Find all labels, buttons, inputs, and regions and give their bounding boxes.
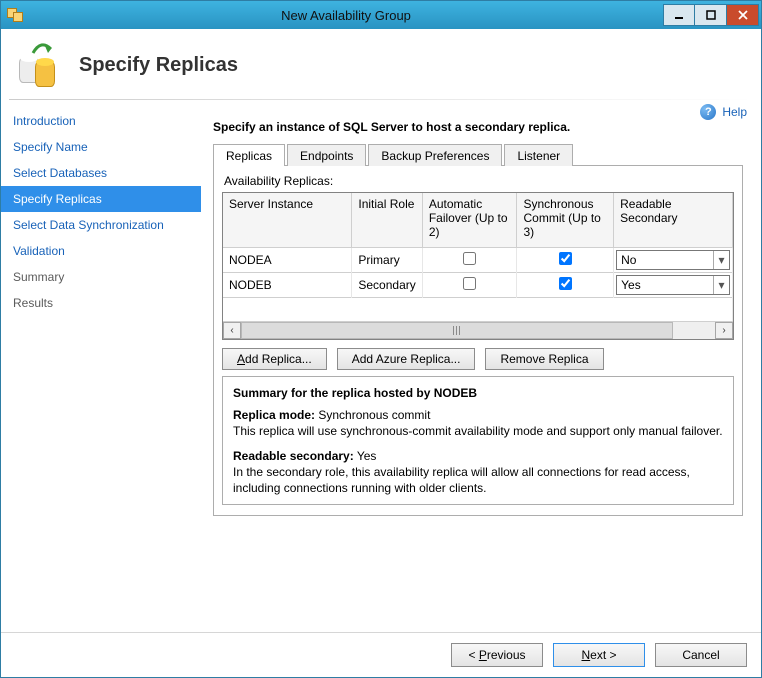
chevron-down-icon: ▾ xyxy=(713,276,729,294)
add-azure-replica-button[interactable]: Add Azure Replica... xyxy=(337,348,476,370)
summary-readable-label: Readable secondary: xyxy=(233,449,354,463)
wizard-footer: < Previous Next > Cancel xyxy=(1,632,761,677)
step-select-data-sync[interactable]: Select Data Synchronization xyxy=(1,212,201,238)
cell-auto-failover[interactable] xyxy=(422,272,517,297)
replica-summary: Summary for the replica hosted by NODEB … xyxy=(222,376,734,505)
sync-commit-checkbox[interactable] xyxy=(559,277,572,290)
tab-replicas[interactable]: Replicas xyxy=(213,144,285,166)
remove-replica-button[interactable]: Remove Replica xyxy=(485,348,603,370)
cell-auto-failover[interactable] xyxy=(422,247,517,272)
app-icon xyxy=(7,4,29,26)
readable-dropdown[interactable]: Yes ▾ xyxy=(616,275,730,295)
col-server-instance[interactable]: Server Instance xyxy=(223,193,352,247)
wizard-steps: Introduction Specify Name Select Databas… xyxy=(1,100,201,632)
help-icon: ? xyxy=(700,104,716,120)
cell-readable[interactable]: Yes ▾ xyxy=(614,272,733,297)
close-button[interactable] xyxy=(727,4,759,26)
scroll-track[interactable] xyxy=(241,322,715,339)
replicas-grid: Server Instance Initial Role Automatic F… xyxy=(222,192,734,340)
cancel-button[interactable]: Cancel xyxy=(655,643,747,667)
step-validation[interactable]: Validation xyxy=(1,238,201,264)
step-results[interactable]: Results xyxy=(1,290,201,316)
col-initial-role[interactable]: Initial Role xyxy=(352,193,422,247)
scroll-thumb[interactable] xyxy=(241,322,673,339)
chevron-down-icon: ▾ xyxy=(713,251,729,269)
col-auto-failover[interactable]: Automatic Failover (Up to 2) xyxy=(422,193,517,247)
grid-empty-area xyxy=(223,297,733,321)
summary-readable-desc: In the secondary role, this availability… xyxy=(233,465,690,495)
table-row[interactable]: NODEA Primary No ▾ xyxy=(223,247,733,272)
window-title: New Availability Group xyxy=(29,8,663,23)
step-specify-replicas[interactable]: Specify Replicas xyxy=(1,186,201,212)
main-pane: ? Help Specify an instance of SQL Server… xyxy=(201,100,761,632)
readable-dropdown[interactable]: No ▾ xyxy=(616,250,730,270)
availability-replicas-label: Availability Replicas: xyxy=(224,174,734,188)
minimize-button[interactable] xyxy=(663,4,695,26)
summary-readable-value: Yes xyxy=(354,449,377,463)
help-label: Help xyxy=(722,105,747,119)
step-introduction[interactable]: Introduction xyxy=(1,108,201,134)
wizard-window: New Availability Group Specify Replicas … xyxy=(0,0,762,678)
summary-mode-desc: This replica will use synchronous-commit… xyxy=(233,424,723,438)
tab-panel-replicas: Availability Replicas: Server Instance I… xyxy=(213,166,743,516)
auto-failover-checkbox[interactable] xyxy=(463,277,476,290)
step-summary[interactable]: Summary xyxy=(1,264,201,290)
scroll-left-button[interactable]: ‹ xyxy=(223,322,241,339)
col-sync-commit[interactable]: Synchronous Commit (Up to 3) xyxy=(517,193,614,247)
instruction-text: Specify an instance of SQL Server to hos… xyxy=(213,120,747,134)
step-select-databases[interactable]: Select Databases xyxy=(1,160,201,186)
readable-value: Yes xyxy=(621,278,641,292)
cell-role: Primary xyxy=(352,247,422,272)
next-button[interactable]: Next > xyxy=(553,643,645,667)
step-specify-name[interactable]: Specify Name xyxy=(1,134,201,160)
title-bar: New Availability Group xyxy=(1,1,761,29)
scroll-right-button[interactable]: › xyxy=(715,322,733,339)
cell-role: Secondary xyxy=(352,272,422,297)
tab-listener[interactable]: Listener xyxy=(504,144,573,166)
cell-server[interactable]: NODEB xyxy=(223,272,352,297)
tab-strip: Replicas Endpoints Backup Preferences Li… xyxy=(213,144,743,166)
sync-commit-checkbox[interactable] xyxy=(559,252,572,265)
auto-failover-checkbox[interactable] xyxy=(463,252,476,265)
summary-title: Summary for the replica hosted by NODEB xyxy=(233,385,723,401)
cell-server[interactable]: NODEA xyxy=(223,247,352,272)
summary-mode-value: Synchronous commit xyxy=(315,408,430,422)
tab-backup-preferences[interactable]: Backup Preferences xyxy=(368,144,502,166)
page-title: Specify Replicas xyxy=(79,54,238,77)
maximize-button[interactable] xyxy=(695,4,727,26)
tab-endpoints[interactable]: Endpoints xyxy=(287,144,366,166)
cell-sync-commit[interactable] xyxy=(517,247,614,272)
horizontal-scrollbar[interactable]: ‹ › xyxy=(223,321,733,339)
col-readable-secondary[interactable]: Readable Secondary xyxy=(614,193,733,247)
readable-value: No xyxy=(621,253,636,267)
previous-button[interactable]: < Previous xyxy=(451,643,543,667)
cell-readable[interactable]: No ▾ xyxy=(614,247,733,272)
page-header: Specify Replicas xyxy=(1,29,761,99)
add-replica-button[interactable]: Add Replica... xyxy=(222,348,327,370)
table-row[interactable]: NODEB Secondary Yes ▾ xyxy=(223,272,733,297)
summary-mode-label: Replica mode: xyxy=(233,408,315,422)
replica-icon xyxy=(17,41,65,89)
cell-sync-commit[interactable] xyxy=(517,272,614,297)
help-link[interactable]: ? Help xyxy=(700,104,747,120)
